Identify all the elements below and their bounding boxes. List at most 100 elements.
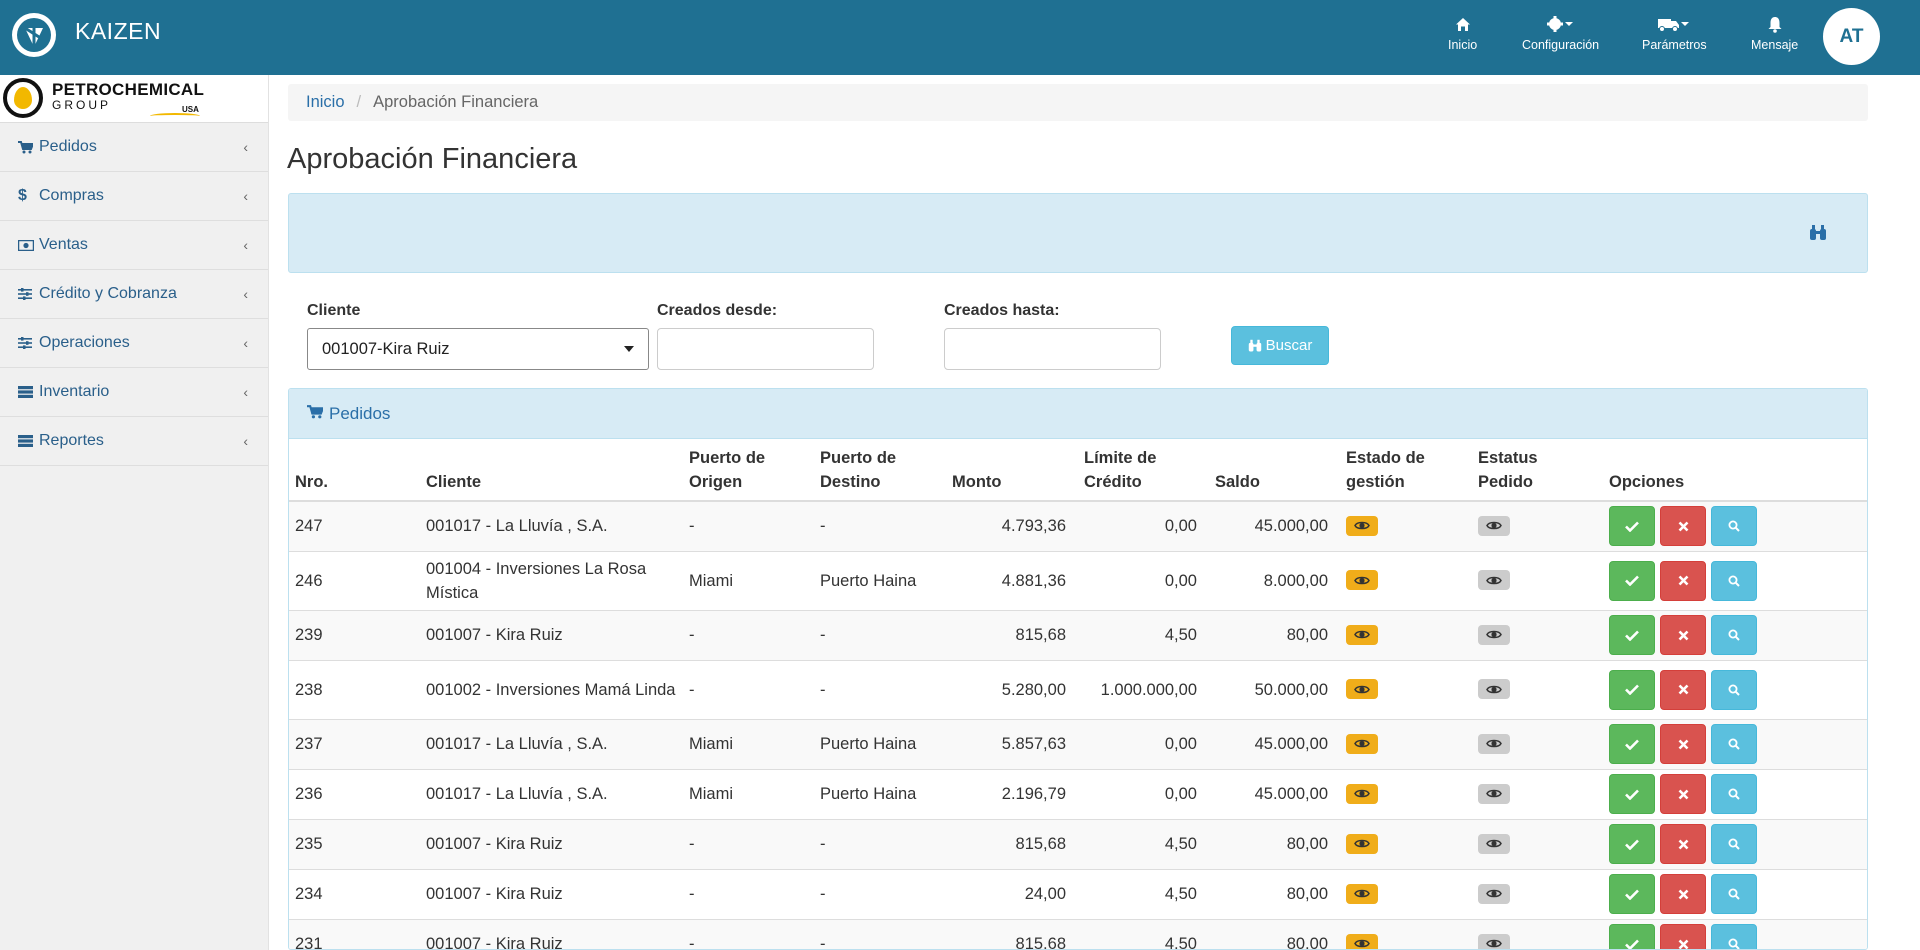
view-details-button[interactable] <box>1711 874 1757 914</box>
table-row[interactable]: 235 001007 - Kira Ruiz - -815,68 4,50 80,00 <box>289 818 1867 869</box>
table-row[interactable]: 247 001017 - La Lluvía , S.A. - -4.793,36 0,… <box>289 500 1867 551</box>
eye-icon[interactable] <box>1478 833 1510 854</box>
buscar-button[interactable]: Buscar <box>1231 326 1329 365</box>
sidebar-item-reportes[interactable]: Reportes ‹ <box>0 417 268 466</box>
cliente-select[interactable]: 001007-Kira Ruiz <box>307 328 649 370</box>
nav-mensaje[interactable]: Mensaje <box>1751 14 1798 52</box>
col-puerto-destino[interactable]: Puerto de Destino <box>814 439 946 502</box>
sidebar-item-inventario[interactable]: Inventario ‹ <box>0 368 268 417</box>
creados-desde-input[interactable] <box>657 328 874 370</box>
eye-icon[interactable] <box>1478 883 1510 904</box>
approve-button[interactable] <box>1609 924 1655 949</box>
approve-button[interactable] <box>1609 669 1655 710</box>
creados-hasta-input[interactable] <box>944 328 1161 370</box>
eye-icon[interactable] <box>1478 624 1510 645</box>
sidebar-item-ventas[interactable]: Ventas ‹ <box>0 221 268 270</box>
view-details-button[interactable] <box>1711 506 1757 547</box>
kaizen-logo-icon[interactable] <box>12 13 56 57</box>
eye-icon[interactable] <box>1346 570 1378 590</box>
brand-region: USA <box>182 105 199 114</box>
eye-icon[interactable] <box>1346 679 1378 699</box>
approve-button[interactable] <box>1609 874 1655 914</box>
table-row[interactable]: 238 001002 - Inversiones Mamá Linda - -5.28… <box>289 659 1867 719</box>
binoculars-icon[interactable] <box>1809 224 1827 247</box>
nav-inicio[interactable]: Inicio <box>1448 14 1477 52</box>
table-row[interactable]: 231 001007 - Kira Ruiz - -815,68 4,50 80,00 <box>289 918 1867 949</box>
col-nro[interactable]: Nro. <box>289 439 420 502</box>
eye-icon[interactable] <box>1346 933 1378 949</box>
cell-puerto-destino: - <box>814 609 946 660</box>
eye-icon[interactable] <box>1478 733 1510 754</box>
view-details-button[interactable] <box>1711 669 1757 710</box>
cell-estatus-pedido <box>1472 550 1603 610</box>
view-details-button[interactable] <box>1711 924 1757 949</box>
approve-button[interactable] <box>1609 724 1655 764</box>
reject-button[interactable] <box>1660 774 1706 814</box>
dollar-icon: $ <box>18 187 27 204</box>
approve-button[interactable] <box>1609 560 1655 601</box>
table-row[interactable]: 239 001007 - Kira Ruiz - -815,68 4,50 80,00 <box>289 609 1867 660</box>
col-saldo[interactable]: Saldo <box>1209 439 1340 502</box>
eye-icon[interactable] <box>1478 570 1510 590</box>
approve-button[interactable] <box>1609 506 1655 547</box>
check-icon <box>1625 684 1639 695</box>
breadcrumb-home-link[interactable]: Inicio <box>306 93 345 112</box>
reject-button[interactable] <box>1660 724 1706 764</box>
reject-button[interactable] <box>1660 824 1706 864</box>
search-icon <box>1728 838 1740 850</box>
sidebar-item-compras[interactable]: $ Compras ‹ <box>0 172 268 221</box>
cell-estado-gestion <box>1340 718 1472 769</box>
view-details-button[interactable] <box>1711 560 1757 601</box>
orders-panel-header: Pedidos <box>289 389 1867 439</box>
eye-icon[interactable] <box>1478 783 1510 804</box>
page-scrollbar[interactable] <box>1898 75 1920 950</box>
col-cliente[interactable]: Cliente <box>420 439 683 502</box>
sidebar-item-credito[interactable]: Crédito y Cobranza ‹ <box>0 270 268 319</box>
col-estatus-pedido[interactable]: Estatus Pedido <box>1472 439 1603 502</box>
col-monto[interactable]: Monto <box>946 439 1078 502</box>
eye-icon[interactable] <box>1346 783 1378 804</box>
view-details-button[interactable] <box>1711 724 1757 764</box>
col-puerto-origen[interactable]: Puerto de Origen <box>683 439 814 502</box>
table-row[interactable]: 246 001004 - Inversiones La Rosa Mística M… <box>289 550 1867 610</box>
eye-icon[interactable] <box>1478 933 1510 949</box>
view-details-button[interactable] <box>1711 615 1757 655</box>
reject-button[interactable] <box>1660 924 1706 949</box>
nav-parametros[interactable]: Parámetros <box>1642 14 1707 52</box>
eye-icon[interactable] <box>1346 733 1378 754</box>
table-row[interactable]: 234 001007 - Kira Ruiz - -24,00 4,50 80,00 <box>289 868 1867 919</box>
search-icon <box>1728 938 1740 949</box>
eye-icon[interactable] <box>1346 883 1378 904</box>
check-icon <box>1625 575 1639 586</box>
reject-button[interactable] <box>1660 615 1706 655</box>
table-row[interactable]: 237 001017 - La Lluvía , S.A. Miami Puerto … <box>289 718 1867 769</box>
sidebar: PETROCHEMICAL GROUP USA Pedidos ‹ $ Comp… <box>0 75 269 950</box>
eye-icon[interactable] <box>1346 624 1378 645</box>
col-limite-credito[interactable]: Límite de Crédito <box>1078 439 1209 502</box>
sidebar-item-pedidos[interactable]: Pedidos ‹ <box>0 123 268 172</box>
table-row[interactable]: 236 001017 - La Lluvía , S.A. Miami Puerto … <box>289 768 1867 819</box>
reject-button[interactable] <box>1660 669 1706 710</box>
sidebar-item-label: Compras <box>39 187 104 204</box>
eye-icon[interactable] <box>1346 515 1378 536</box>
user-avatar[interactable]: AT <box>1823 8 1880 65</box>
orders-table-body: 247 001017 - La Lluvía , S.A. - -4.793,36 0,… <box>289 500 1867 949</box>
view-details-button[interactable] <box>1711 824 1757 864</box>
col-estado-gestion[interactable]: Estado de gestión <box>1340 439 1472 502</box>
cell-opciones <box>1603 818 1867 869</box>
cell-nro: 238 <box>289 659 420 719</box>
sidebar-item-operaciones[interactable]: Operaciones ‹ <box>0 319 268 368</box>
nav-configuracion[interactable]: Configuración <box>1522 14 1599 52</box>
approve-button[interactable] <box>1609 774 1655 814</box>
view-details-button[interactable] <box>1711 774 1757 814</box>
approve-button[interactable] <box>1609 615 1655 655</box>
reject-button[interactable] <box>1660 560 1706 601</box>
reject-button[interactable] <box>1660 874 1706 914</box>
approve-button[interactable] <box>1609 824 1655 864</box>
cell-estado-gestion <box>1340 659 1472 719</box>
cell-puerto-destino: - <box>814 918 946 949</box>
reject-button[interactable] <box>1660 506 1706 547</box>
eye-icon[interactable] <box>1346 833 1378 854</box>
eye-icon[interactable] <box>1478 515 1510 536</box>
eye-icon[interactable] <box>1478 679 1510 699</box>
